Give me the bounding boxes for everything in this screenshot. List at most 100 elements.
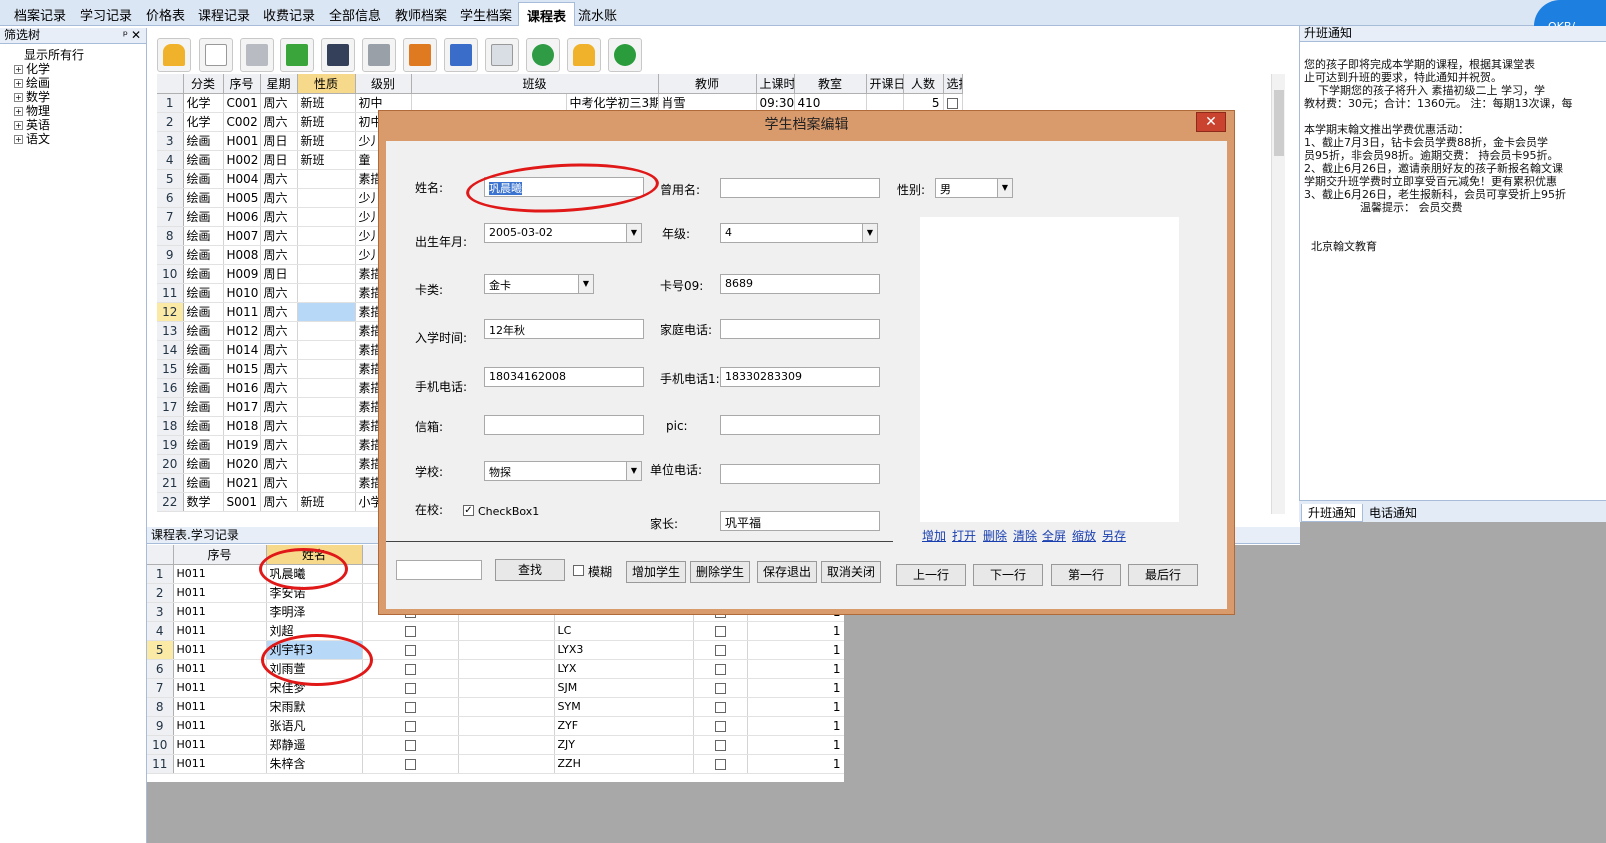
table-cell[interactable] (297, 188, 356, 208)
save-exit-button[interactable]: 保存退出 (757, 561, 817, 583)
table-cell[interactable]: 周六 (260, 283, 298, 303)
row-number[interactable]: 13 (157, 321, 184, 341)
expand-icon[interactable]: + (14, 93, 23, 102)
tree-item-chinese[interactable]: + 语文 (14, 130, 50, 147)
table-cell[interactable]: H011 (223, 302, 261, 322)
report-icon[interactable] (403, 38, 437, 72)
menu-ledger[interactable]: 流水账 (578, 5, 617, 24)
table-cell[interactable]: 周六 (260, 226, 298, 246)
row-number[interactable]: 22 (157, 492, 184, 512)
table-cell[interactable]: 新班 (297, 112, 356, 132)
table-cell[interactable]: H008 (223, 245, 261, 265)
col-header[interactable]: 序号 (223, 74, 261, 94)
table-cell[interactable] (297, 378, 356, 398)
table-cell[interactable] (297, 397, 356, 417)
cardno-field[interactable]: 8689 (720, 274, 880, 294)
table-cell[interactable]: 绘画 (183, 226, 224, 246)
copy-icon[interactable] (485, 38, 519, 72)
delete-student-button[interactable]: 删除学生 (690, 561, 750, 583)
cardtype-select[interactable]: 金卡 ▼ (484, 274, 594, 294)
row-number[interactable]: 2 (147, 583, 174, 603)
expand-icon[interactable]: + (14, 121, 23, 130)
last-row-button[interactable]: 最后行 (1128, 564, 1198, 586)
chevron-down-icon[interactable]: ▼ (862, 224, 877, 242)
row-number[interactable]: 1 (157, 93, 184, 113)
table-cell[interactable]: 绘画 (183, 131, 224, 151)
photo-zoom-link[interactable]: 缩放 (1072, 527, 1096, 544)
check-cell[interactable] (693, 659, 748, 679)
col-header[interactable]: 星期 (260, 74, 298, 94)
table-cell[interactable]: 周六 (260, 169, 298, 189)
table-cell[interactable]: 周六 (260, 473, 298, 493)
table-cell[interactable]: H011 (173, 659, 267, 679)
table-cell[interactable] (458, 697, 555, 717)
table-cell[interactable]: H021 (223, 473, 261, 493)
table-cell[interactable] (297, 435, 356, 455)
table-cell[interactable]: 绘画 (183, 397, 224, 417)
table-cell[interactable] (297, 264, 356, 284)
table-cell[interactable]: 绘画 (183, 264, 224, 284)
first-row-button[interactable]: 第一行 (1051, 564, 1121, 586)
photo-fullscreen-link[interactable]: 全屏 (1042, 527, 1066, 544)
table-cell[interactable]: 周六 (260, 492, 298, 512)
table-cell[interactable] (297, 245, 356, 265)
photo-add-link[interactable]: 增加 (922, 527, 946, 544)
table-cell[interactable]: 周六 (260, 93, 298, 113)
table-cell[interactable]: 新班 (297, 93, 356, 113)
row-number[interactable]: 8 (157, 226, 184, 246)
row-number[interactable]: 12 (157, 302, 184, 322)
table-cell[interactable] (458, 621, 555, 641)
table-cell[interactable]: H010 (223, 283, 261, 303)
table-cell[interactable]: 张语凡 (266, 716, 363, 736)
mailbox-field[interactable] (484, 415, 644, 435)
row-number[interactable]: 17 (157, 397, 184, 417)
row-checkbox[interactable] (404, 758, 416, 770)
row-checkbox[interactable] (714, 701, 726, 713)
table-cell[interactable]: H011 (173, 716, 267, 736)
table-cell[interactable]: H011 (173, 735, 267, 755)
trash-icon[interactable] (240, 38, 274, 72)
mobile1-field[interactable]: 18330283309 (720, 367, 880, 387)
check-cell[interactable] (362, 621, 459, 641)
table-cell[interactable]: H011 (173, 697, 267, 717)
table-cell[interactable]: H011 (173, 640, 267, 660)
table-cell[interactable]: 周日 (260, 264, 298, 284)
table-cell[interactable]: 周六 (260, 416, 298, 436)
table-cell[interactable]: 绘画 (183, 416, 224, 436)
row-number[interactable]: 7 (157, 207, 184, 227)
lock-icon[interactable] (157, 38, 191, 72)
gender-select[interactable]: 男 ▼ (935, 178, 1013, 198)
table-cell[interactable] (297, 473, 356, 493)
table-cell[interactable]: H007 (223, 226, 261, 246)
table-cell[interactable]: 周六 (260, 378, 298, 398)
col-header[interactable]: 性质 (297, 74, 356, 94)
row-checkbox[interactable] (404, 739, 416, 751)
check-cell[interactable] (362, 716, 459, 736)
table-cell[interactable] (297, 207, 356, 227)
row-number[interactable]: 15 (157, 359, 184, 379)
menu-course-record[interactable]: 课程记录 (198, 5, 250, 24)
check-cell[interactable] (693, 697, 748, 717)
table-cell[interactable]: H020 (223, 454, 261, 474)
row-number[interactable]: 1 (147, 564, 174, 584)
table-cell[interactable]: 1 (747, 659, 845, 679)
chevron-down-icon[interactable]: ▼ (578, 275, 593, 293)
row-number[interactable]: 4 (147, 621, 174, 641)
book-icon[interactable] (444, 38, 478, 72)
col-header[interactable]: 开课日期 (866, 74, 904, 94)
menu-schedule[interactable]: 课程表 (518, 2, 576, 26)
chevron-down-icon[interactable]: ▼ (997, 179, 1012, 197)
table-cell[interactable]: 周六 (260, 112, 298, 132)
tab-upgrade-notice[interactable]: 升班通知 (1301, 504, 1364, 522)
table-cell[interactable]: 绘画 (183, 188, 224, 208)
table-cell[interactable]: 周六 (260, 359, 298, 379)
menu-student[interactable]: 学生档案 (460, 5, 512, 24)
check-cell[interactable] (362, 754, 459, 774)
row-number[interactable]: 5 (147, 640, 174, 660)
table-cell[interactable]: H014 (223, 340, 261, 360)
col-header[interactable]: 人数 (903, 74, 944, 94)
table-cell[interactable]: H011 (173, 678, 267, 698)
table-cell[interactable]: 李明泽 (266, 602, 363, 622)
row-number[interactable]: 3 (147, 602, 174, 622)
table-cell[interactable]: 新班 (297, 131, 356, 151)
